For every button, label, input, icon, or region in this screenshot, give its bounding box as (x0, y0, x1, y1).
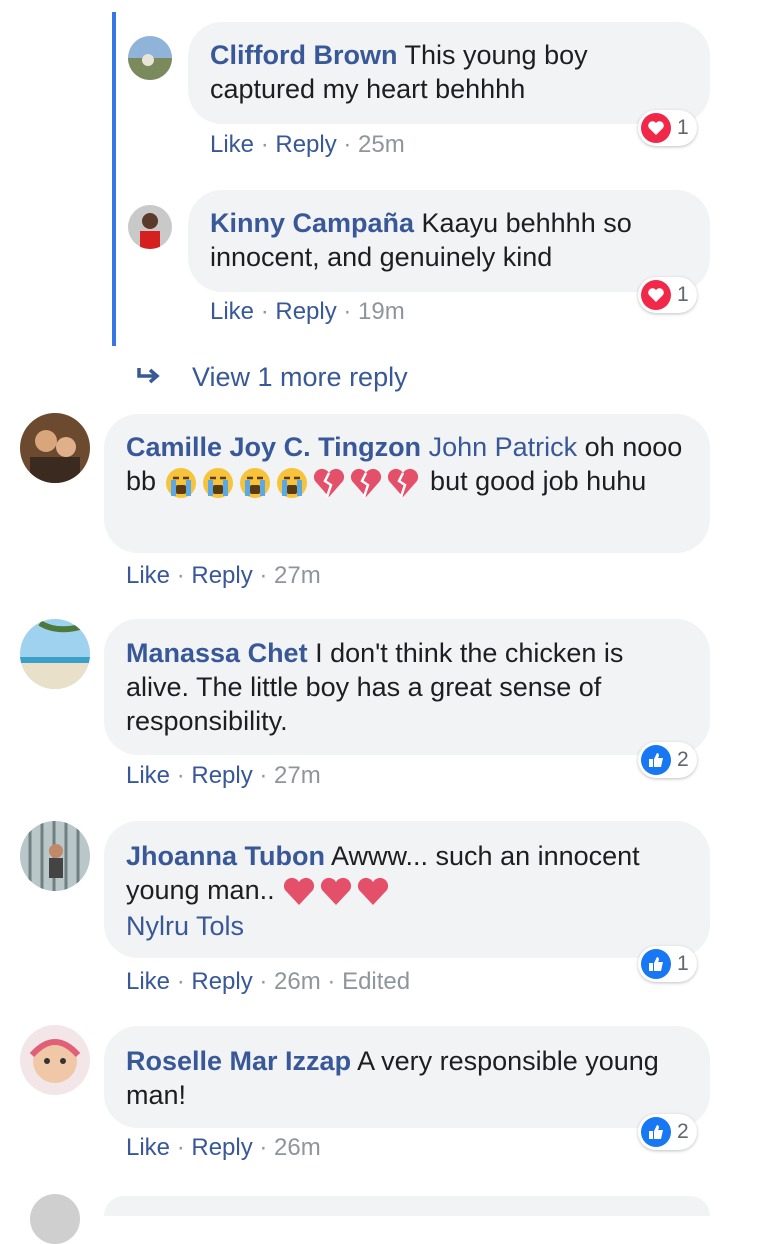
comment-actions: Like · Reply · 26m · Edited (126, 968, 411, 995)
timestamp[interactable]: 27m (274, 762, 321, 789)
like-link[interactable]: Like (210, 131, 254, 158)
reply-link[interactable]: Reply (275, 131, 336, 158)
thumbs-up-icon (641, 1117, 671, 1147)
commenter-name[interactable]: Clifford Brown (210, 40, 397, 70)
thumbs-up-icon (641, 949, 671, 979)
comment-bubble: Clifford Brown This young boy captured m… (188, 22, 710, 124)
edited-label[interactable]: Edited (342, 968, 410, 995)
crying-face-icon (239, 467, 270, 498)
mentioned-user[interactable]: John Patrick (429, 432, 578, 462)
view-more-replies-link[interactable]: View 1 more reply (136, 362, 408, 393)
comment-actions: Like · Reply · 27m (126, 562, 321, 589)
reply-link[interactable]: Reply (191, 762, 252, 789)
love-icon (641, 113, 671, 143)
reply-arrow-icon (136, 362, 172, 393)
broken-heart-icon (350, 468, 381, 498)
like-link[interactable]: Like (126, 968, 170, 995)
reply-link[interactable]: Reply (191, 562, 252, 589)
avatar[interactable] (20, 413, 90, 483)
comment-bubble (104, 1196, 710, 1216)
comment-actions: Like · Reply · 27m (126, 762, 321, 789)
commenter-name[interactable]: Jhoanna Tubon (126, 841, 325, 871)
avatar[interactable] (128, 205, 172, 249)
reaction-count[interactable]: 2 (638, 1114, 697, 1150)
like-link[interactable]: Like (126, 1134, 170, 1161)
timestamp[interactable]: 26m (274, 968, 321, 995)
heart-icon (321, 877, 352, 905)
broken-heart-icon (313, 468, 344, 498)
thumbs-up-icon (641, 745, 671, 775)
comment-text: but good job huhu (422, 466, 647, 496)
timestamp[interactable]: 26m (274, 1134, 321, 1161)
avatar[interactable] (20, 619, 90, 689)
heart-icon (358, 877, 389, 905)
comment-bubble: Manassa Chet I don't think the chicken i… (104, 619, 710, 755)
commenter-name[interactable]: Kinny Campaña (210, 208, 414, 238)
reaction-count[interactable]: 2 (638, 742, 697, 778)
avatar[interactable] (128, 36, 172, 80)
comment-actions: Like · Reply · 25m (210, 131, 405, 158)
timestamp[interactable]: 27m (274, 562, 321, 589)
reply-link[interactable]: Reply (191, 968, 252, 995)
timestamp[interactable]: 25m (358, 131, 405, 158)
commenter-name[interactable]: Manassa Chet (126, 638, 308, 668)
avatar[interactable] (20, 821, 90, 891)
reply-thread-line (112, 12, 116, 346)
commenter-name[interactable]: Roselle Mar Izzap (126, 1046, 351, 1076)
timestamp[interactable]: 19m (358, 298, 405, 325)
reply-link[interactable]: Reply (275, 298, 336, 325)
reaction-count[interactable]: 1 (638, 110, 697, 146)
like-link[interactable]: Like (126, 762, 170, 789)
comment-bubble: Jhoanna Tubon Awww... such an innocent y… (104, 821, 710, 958)
comment-bubble: Roselle Mar Izzap A very responsible you… (104, 1026, 710, 1128)
avatar[interactable] (20, 1025, 90, 1095)
comment-bubble: Camille Joy C. Tingzon John Patrick oh n… (104, 414, 710, 553)
love-icon (641, 280, 671, 310)
broken-heart-icon (387, 468, 418, 498)
reaction-count[interactable]: 1 (638, 277, 697, 313)
comment-actions: Like · Reply · 26m (126, 1134, 321, 1161)
reaction-count[interactable]: 1 (638, 946, 697, 982)
reply-link[interactable]: Reply (191, 1134, 252, 1161)
commenter-name[interactable]: Camille Joy C. Tingzon (126, 432, 421, 462)
crying-face-icon (165, 467, 196, 498)
crying-face-icon (202, 467, 233, 498)
like-link[interactable]: Like (210, 298, 254, 325)
comment-actions: Like · Reply · 19m (210, 298, 405, 325)
crying-face-icon (276, 467, 307, 498)
heart-icon (284, 877, 315, 905)
like-link[interactable]: Like (126, 562, 170, 589)
comment-bubble: Kinny Campaña Kaayu behhhh so innocent, … (188, 190, 710, 292)
mentioned-user[interactable]: Nylru Tols (126, 911, 244, 941)
